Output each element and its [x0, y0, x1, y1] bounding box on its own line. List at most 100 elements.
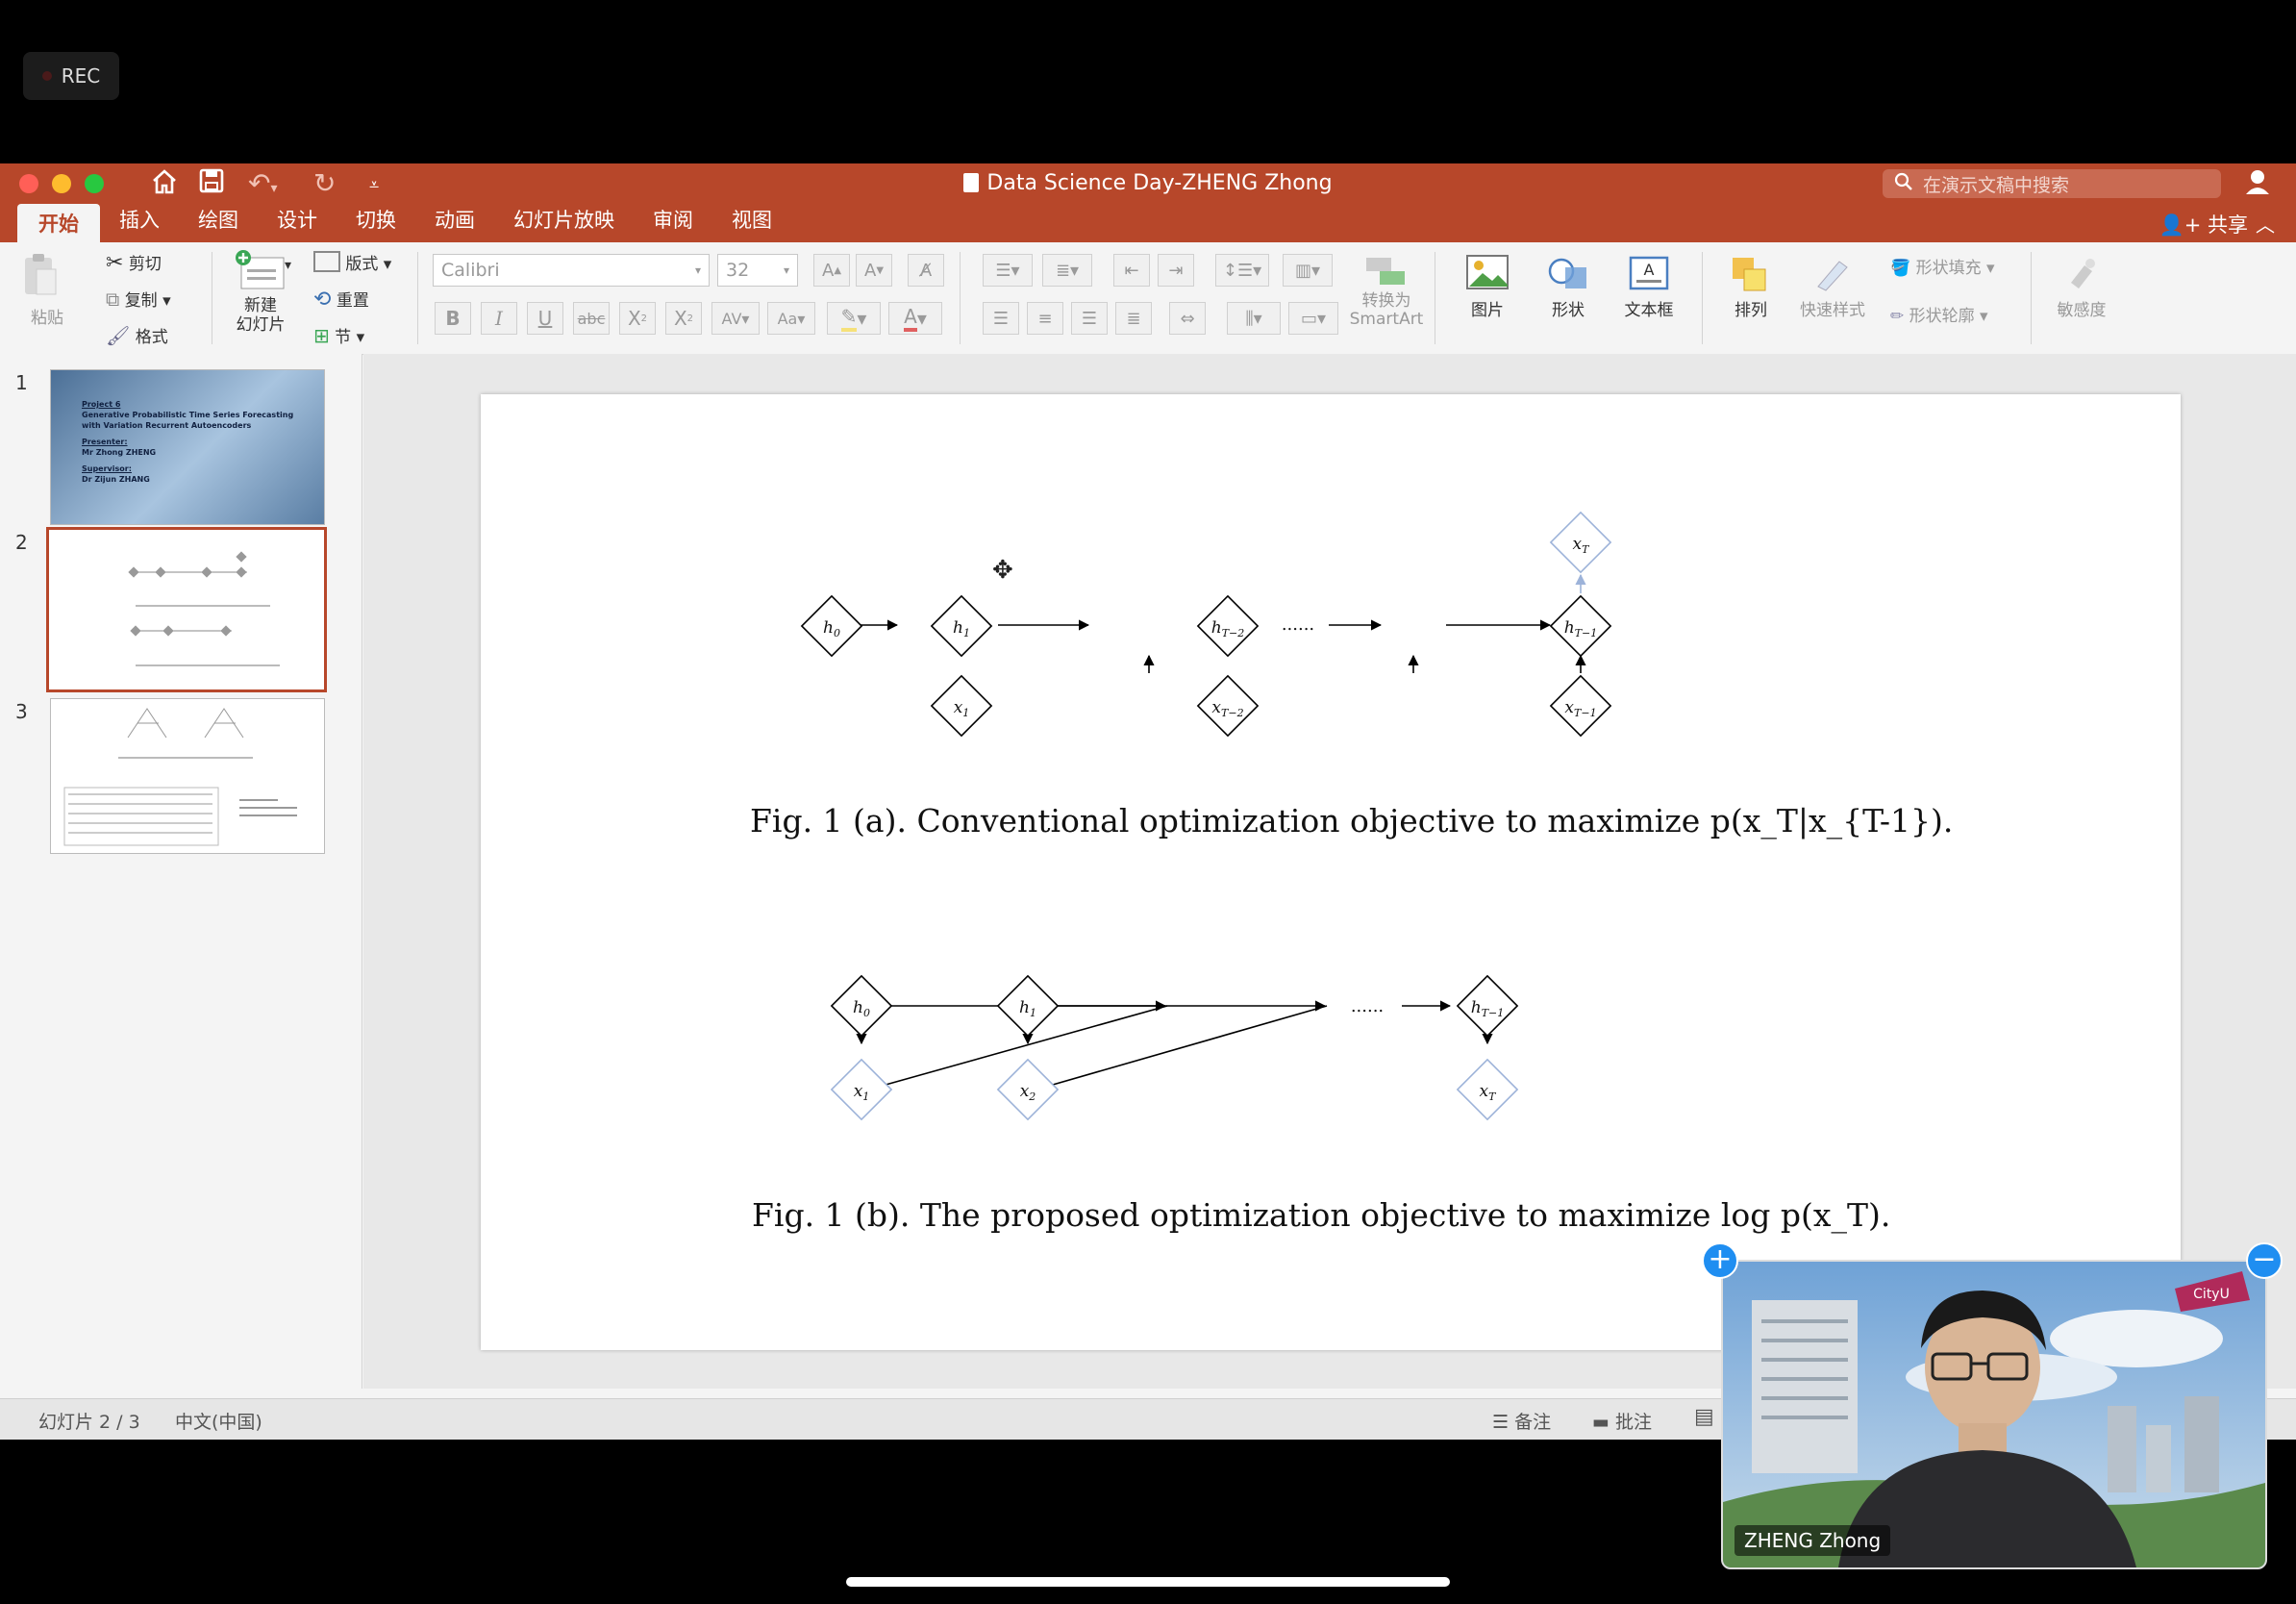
collapse-ribbon-icon[interactable]: ︿: [2256, 210, 2275, 238]
strikethrough-button[interactable]: abc: [573, 302, 610, 335]
tab-transitions[interactable]: 切换: [337, 204, 415, 242]
quick-styles-label: 快速样式: [1800, 301, 1865, 320]
align-text-icon[interactable]: ▭▾: [1288, 302, 1338, 335]
textbox-icon: A: [1629, 256, 1669, 290]
tab-insert[interactable]: 插入: [100, 204, 179, 242]
window-title: Data Science Day-ZHENG Zhong: [986, 171, 1333, 195]
sensitivity-button[interactable]: 敏感度: [2048, 254, 2115, 320]
shape-outline-button[interactable]: ✏ 形状轮廓 ▾: [1890, 302, 1988, 326]
reset-button[interactable]: ⟲ 重置: [313, 287, 369, 312]
fig-a-caption[interactable]: Fig. 1 (a). Conventional optimization ob…: [750, 802, 1953, 840]
copy-icon: ⧉: [106, 288, 120, 311]
slide-number: 3: [15, 700, 28, 723]
tab-design[interactable]: 设计: [258, 204, 337, 242]
shape-fill-button[interactable]: 🪣 形状填充 ▾: [1890, 254, 1995, 278]
character-spacing-button[interactable]: AV▾: [711, 302, 760, 335]
slide-counter: 幻灯片 2 / 3: [38, 1412, 140, 1433]
slide-number: 2: [15, 531, 28, 554]
convert-smartart-label: 转换为 SmartArt: [1349, 291, 1424, 329]
fig-b-caption[interactable]: Fig. 1 (b). The proposed optimization ob…: [752, 1196, 1890, 1234]
home-indicator[interactable]: [846, 1577, 1450, 1587]
numbering-icon[interactable]: ≣▾: [1042, 254, 1092, 287]
cut-button[interactable]: ✂ 剪切: [106, 250, 162, 275]
participant-video[interactable]: CityU ZHENG Zhong: [1721, 1260, 2267, 1569]
format-painter-button[interactable]: 🖌 格式: [106, 323, 168, 347]
sensitivity-label: 敏感度: [2057, 301, 2107, 320]
arrange-button[interactable]: 排列: [1717, 254, 1784, 320]
shapes-label: 形状: [1552, 301, 1585, 320]
copy-button[interactable]: ⧉ 复制 ▾: [106, 287, 171, 311]
quick-styles-button[interactable]: 快速样式: [1794, 254, 1871, 320]
cityu-logo: CityU: [2193, 1287, 2230, 1302]
increase-indent-icon[interactable]: ⇥: [1158, 254, 1194, 287]
line-spacing-icon[interactable]: ↕☰▾: [1215, 254, 1269, 287]
paste-button[interactable]: 粘贴: [21, 252, 63, 328]
tab-view[interactable]: 视图: [712, 204, 791, 242]
distributed-icon[interactable]: ⇔: [1169, 302, 1206, 335]
text-direction-icon[interactable]: ⫼▾: [1227, 302, 1281, 335]
underline-button[interactable]: U: [527, 302, 563, 335]
picture-button[interactable]: 图片: [1454, 254, 1521, 320]
textbox-button[interactable]: A 文本框: [1615, 254, 1683, 320]
sensitivity-icon: [2071, 259, 2095, 288]
separator: [1702, 252, 1703, 344]
paint-bucket-icon: 🪣: [1890, 259, 1911, 278]
subscript-button[interactable]: X2: [665, 302, 702, 335]
quick-styles-icon: [1817, 261, 1848, 291]
clear-format-icon[interactable]: A̸: [908, 254, 944, 287]
recording-indicator: REC: [23, 52, 119, 100]
notes-button[interactable]: ☰ 备注: [1492, 1408, 1551, 1434]
font-name-value: Calibri: [441, 260, 500, 281]
decrease-font-icon[interactable]: A ▼: [856, 254, 892, 287]
font-size-select[interactable]: 32 ▾: [717, 254, 798, 287]
tab-home[interactable]: 开始: [17, 204, 100, 242]
current-slide[interactable]: h0 h1 x1 hT−2 xT−2 hT−1 xT−1 xT ...... h…: [481, 394, 2181, 1350]
search-icon: [1894, 172, 1913, 196]
separator: [417, 252, 418, 344]
cut-label: 剪切: [128, 255, 162, 274]
change-case-button[interactable]: Aa▾: [767, 302, 815, 335]
notes-icon: ☰: [1492, 1412, 1510, 1433]
picture-icon: [1466, 255, 1509, 289]
increase-font-icon[interactable]: A ▲: [813, 254, 850, 287]
highlight-icon[interactable]: ✎ ▾: [827, 302, 881, 335]
shapes-button[interactable]: 形状: [1535, 254, 1602, 320]
record-dot-icon: [41, 71, 52, 81]
decrease-indent-icon[interactable]: ⇤: [1113, 254, 1150, 287]
tab-animations[interactable]: 动画: [415, 204, 494, 242]
minimize-video-icon[interactable]: −: [2246, 1242, 2283, 1279]
align-left-icon[interactable]: ☰: [983, 302, 1019, 335]
language-indicator[interactable]: 中文(中国): [175, 1408, 262, 1434]
separator: [960, 252, 961, 344]
tab-review[interactable]: 审阅: [634, 204, 712, 242]
slide-thumbnail-3[interactable]: [50, 698, 325, 854]
add-icon[interactable]: +: [1702, 1242, 1738, 1279]
comments-button[interactable]: ▬ 批注: [1592, 1408, 1652, 1434]
justify-icon[interactable]: ≣: [1115, 302, 1152, 335]
comments-label: 批注: [1615, 1412, 1653, 1433]
slide-thumbnail-2[interactable]: [46, 527, 327, 692]
search-box[interactable]: 在演示文稿中搜索: [1883, 169, 2221, 198]
layout-button[interactable]: 版式 ▾: [313, 250, 391, 274]
superscript-button[interactable]: X2: [619, 302, 656, 335]
ribbon: 粘贴 ✂ 剪切 ⧉ 复制 ▾ 🖌 格式 新建 幻灯片 ▾ 版式 ▾ ⟲ 重置 ⊞…: [0, 242, 2296, 355]
share-button[interactable]: 👤+ 共享: [2159, 210, 2248, 238]
section-button[interactable]: ⊞ 节 ▾: [313, 323, 364, 347]
bullets-icon[interactable]: ☰▾: [983, 254, 1033, 287]
convert-smartart-button[interactable]: 转换为 SmartArt: [1348, 254, 1425, 329]
shapes-icon: [1548, 258, 1586, 288]
align-right-icon[interactable]: ☰: [1071, 302, 1108, 335]
tab-draw[interactable]: 绘图: [179, 204, 258, 242]
bold-button[interactable]: B: [435, 302, 471, 335]
italic-button[interactable]: I: [481, 302, 517, 335]
slide-thumbnail-1[interactable]: Project 6 Generative Probabilistic Time …: [50, 369, 325, 525]
arrange-icon: [1733, 258, 1766, 291]
align-center-icon[interactable]: ≡: [1027, 302, 1063, 335]
tab-slideshow[interactable]: 幻灯片放映: [494, 204, 634, 242]
normal-view-icon[interactable]: ▤: [1694, 1405, 1714, 1429]
account-icon[interactable]: [2246, 167, 2275, 200]
comment-icon: ▬: [1592, 1412, 1610, 1433]
font-color-icon[interactable]: A ▾: [888, 302, 942, 335]
font-name-select[interactable]: Calibri ▾: [433, 254, 710, 287]
columns-icon[interactable]: ▥▾: [1283, 254, 1333, 287]
